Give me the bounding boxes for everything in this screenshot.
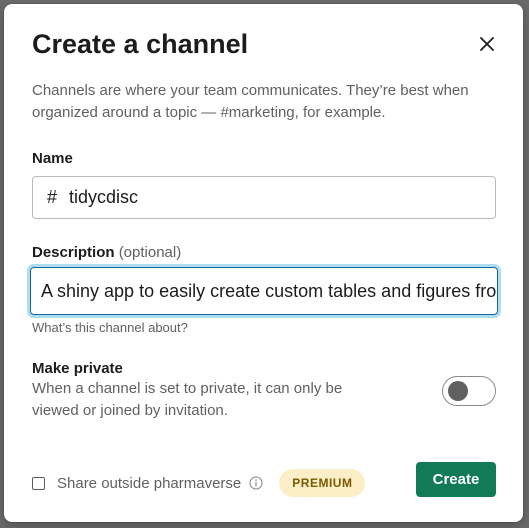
info-icon[interactable] [249, 476, 263, 490]
channel-name-input[interactable]: # tidycdisc [32, 176, 496, 219]
description-label-text: Description [32, 244, 115, 261]
channel-name-value: tidycdisc [69, 187, 139, 207]
make-private-description: When a channel is set to private, it can… [32, 380, 343, 419]
toggle-knob [448, 381, 468, 401]
description-hint: What’s this channel about? [32, 320, 188, 335]
make-private-toggle[interactable] [442, 376, 496, 406]
make-private-label: Make private [32, 360, 123, 377]
dialog-intro: Channels are where your team communicate… [32, 82, 469, 121]
create-button[interactable]: Create [416, 462, 496, 497]
close-button[interactable] [475, 32, 499, 56]
name-label: Name [32, 150, 73, 167]
channel-description-value: A shiny app to easily create custom tabl… [41, 280, 497, 301]
premium-badge: PREMIUM [279, 469, 366, 497]
share-outside-row: Share outside pharmaverse PREMIUM [32, 468, 366, 498]
channel-description-input[interactable]: A shiny app to easily create custom tabl… [30, 267, 498, 315]
close-icon [480, 37, 494, 51]
create-channel-dialog: Create a channel Channels are where your… [4, 4, 523, 522]
hash-prefix: # [47, 187, 58, 207]
share-outside-label: Share outside pharmaverse [57, 474, 242, 492]
description-optional: (optional) [118, 244, 182, 261]
description-label: Description (optional) [32, 244, 181, 261]
share-outside-checkbox[interactable] [32, 476, 45, 490]
dialog-title: Create a channel [32, 29, 249, 59]
